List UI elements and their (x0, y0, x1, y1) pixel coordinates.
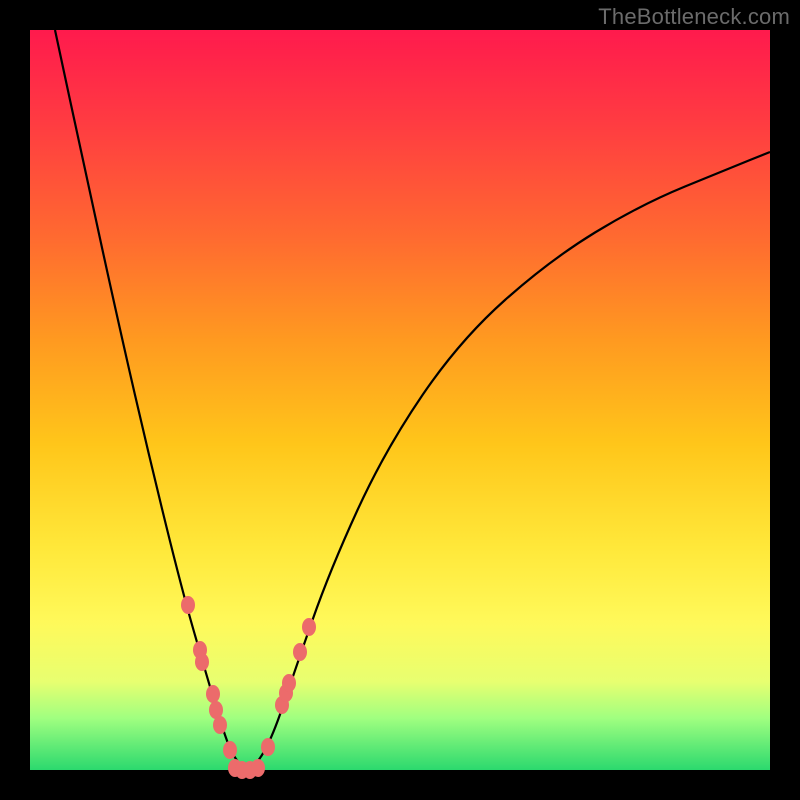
scatter-dot (181, 596, 195, 614)
watermark-text: TheBottleneck.com (598, 4, 790, 30)
scatter-dot (282, 674, 296, 692)
bottleneck-curve (30, 30, 770, 770)
scatter-dots (181, 596, 316, 779)
scatter-dot (223, 741, 237, 759)
curve-left-branch (55, 30, 248, 770)
scatter-dot (293, 643, 307, 661)
scatter-dot (251, 759, 265, 777)
curve-right-branch (248, 152, 770, 770)
scatter-dot (195, 653, 209, 671)
scatter-dot (302, 618, 316, 636)
scatter-dot (206, 685, 220, 703)
scatter-dot (213, 716, 227, 734)
scatter-dot (261, 738, 275, 756)
chart-frame (30, 30, 770, 770)
